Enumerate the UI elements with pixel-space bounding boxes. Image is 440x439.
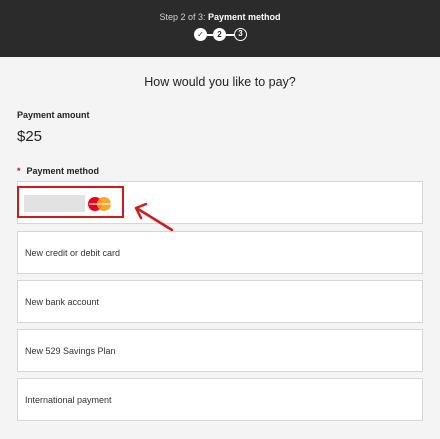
new-529-plan-option[interactable]: New 529 Savings Plan <box>17 329 423 372</box>
step-1-check-icon: ✓ <box>194 28 207 41</box>
new-card-option[interactable]: New credit or debit card <box>17 231 423 274</box>
option-label: New bank account <box>25 297 100 307</box>
stepper: ✓ 2 3 <box>194 28 254 41</box>
new-bank-account-option[interactable]: New bank account <box>17 280 423 323</box>
step-connector <box>226 34 234 36</box>
page-heading: How would you like to pay? <box>144 75 296 89</box>
international-payment-option[interactable]: International payment <box>17 378 423 421</box>
option-label: International payment <box>25 395 112 405</box>
step-indicator-text: Step 2 of 3: Payment method <box>0 12 440 22</box>
highlight-box <box>17 186 124 218</box>
step-prefix: Step 2 of 3: <box>159 12 206 22</box>
annotation-arrow-icon <box>134 202 174 232</box>
option-label: New 529 Savings Plan <box>25 346 116 356</box>
step-3-dot: 3 <box>234 28 247 41</box>
option-label: New credit or debit card <box>25 248 121 258</box>
payment-method-label: * Payment method <box>17 166 99 176</box>
payment-method-label-text: Payment method <box>26 166 100 176</box>
required-marker: * <box>17 166 21 176</box>
progress-header: Step 2 of 3: Payment method ✓ 2 3 <box>0 0 440 57</box>
step-title: Payment method <box>208 12 281 22</box>
payment-amount-value: $25 <box>17 128 43 145</box>
step-2-dot: 2 <box>213 28 226 41</box>
payment-amount-label: Payment amount <box>17 110 90 120</box>
